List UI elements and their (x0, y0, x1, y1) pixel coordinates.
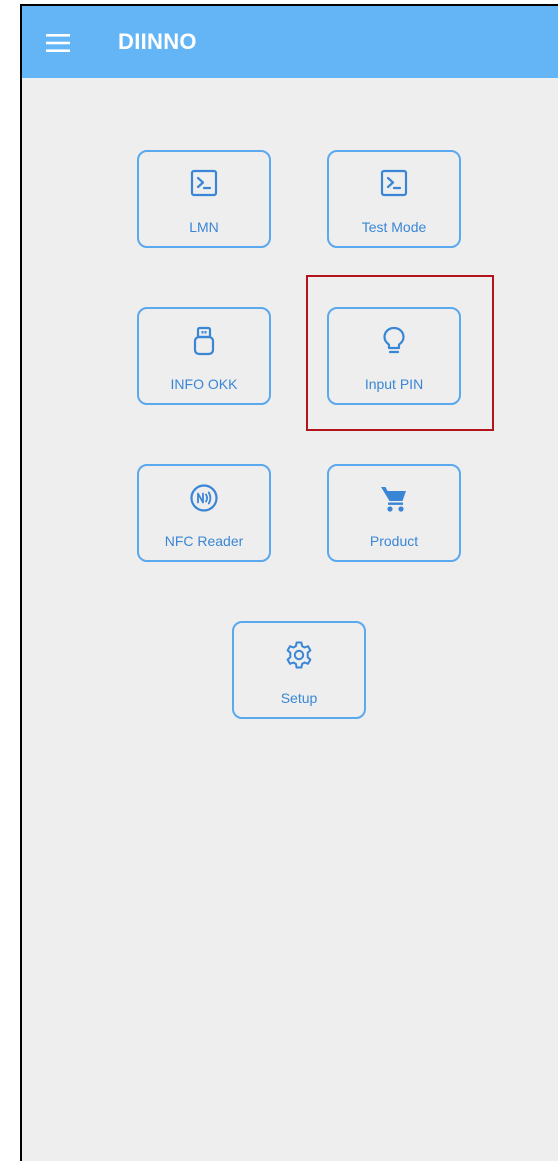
app-screen: DIINNO LMN Test Mode INFO OKK Input PIN … (20, 4, 558, 1161)
lmn-label: LMN (189, 219, 219, 235)
lightbulb-icon (383, 326, 405, 354)
input-pin-button[interactable]: Input PIN (327, 307, 461, 405)
product-button[interactable]: Product (327, 464, 461, 562)
setup-label: Setup (280, 690, 318, 706)
nfc-icon (190, 484, 218, 512)
app-title: DIINNO (118, 29, 197, 54)
info-okk-button[interactable]: INFO OKK (137, 307, 271, 405)
terminal-icon (190, 169, 218, 197)
hamburger-menu-icon[interactable] (46, 34, 70, 52)
nfc-reader-button[interactable]: NFC Reader (137, 464, 271, 562)
test-mode-label: Test Mode (361, 219, 427, 235)
gear-icon (286, 641, 312, 669)
test-mode-button[interactable]: Test Mode (327, 150, 461, 248)
nfc-reader-label: NFC Reader (164, 533, 244, 549)
setup-button[interactable]: Setup (232, 621, 366, 719)
app-bar: DIINNO (22, 6, 558, 78)
product-label: Product (369, 533, 419, 549)
terminal-icon (380, 169, 408, 197)
usb-drive-icon (193, 326, 215, 356)
lmn-button[interactable]: LMN (137, 150, 271, 248)
info-okk-label: INFO OKK (170, 376, 238, 392)
shopping-cart-icon (381, 487, 406, 512)
input-pin-label: Input PIN (364, 376, 424, 392)
